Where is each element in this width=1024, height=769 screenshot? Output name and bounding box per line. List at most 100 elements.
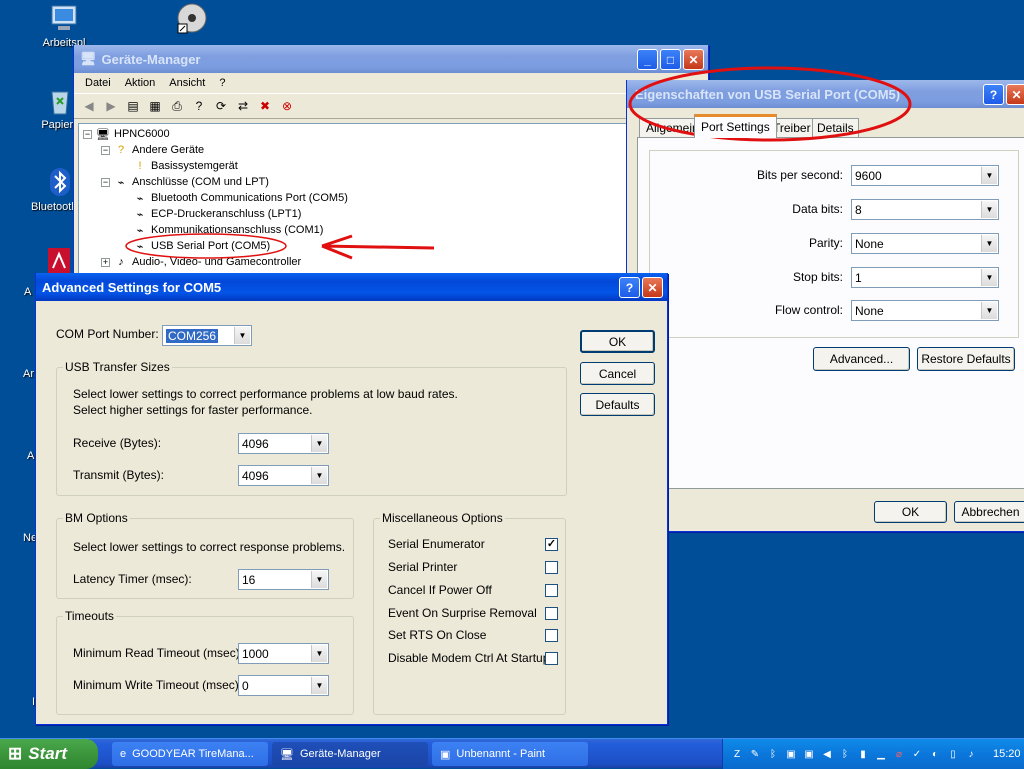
- tray-bluetooth-icon[interactable]: ᛒ: [839, 747, 851, 761]
- start-button[interactable]: ⊞ Start: [0, 739, 98, 769]
- chevron-down-icon[interactable]: ▼: [981, 269, 997, 286]
- tree-node-com1[interactable]: ⌁ Kommunikationsanschluss (COM1): [133, 223, 324, 237]
- print-icon[interactable]: ⎙: [168, 97, 186, 115]
- tray-safe-remove-icon[interactable]: ✓: [911, 747, 923, 761]
- advanced-settings-titlebar[interactable]: Advanced Settings for COM5 ? ✕: [36, 273, 667, 301]
- read-timeout-select[interactable]: 1000 ▼: [238, 643, 329, 664]
- chevron-down-icon[interactable]: ▼: [234, 327, 250, 344]
- task-paint[interactable]: ▣ Unbenannt - Paint: [432, 742, 588, 766]
- chevron-down-icon[interactable]: ▼: [311, 435, 327, 452]
- menu-aktion[interactable]: Aktion: [118, 77, 163, 89]
- tray-wifi-icon[interactable]: ▮: [857, 747, 869, 761]
- parity-select[interactable]: None ▼: [851, 233, 999, 254]
- tray-acrobat-icon[interactable]: ⌀: [893, 747, 905, 761]
- abbrechen-button[interactable]: Abbrechen: [954, 501, 1024, 523]
- tray-z-icon[interactable]: Z: [731, 747, 743, 761]
- tree-node-basissystemgeraet[interactable]: ! Basissystemgerät: [133, 159, 237, 173]
- expand-icon[interactable]: +: [101, 257, 110, 267]
- tray-pen-icon[interactable]: ✎: [749, 747, 761, 761]
- collapse-icon[interactable]: −: [83, 129, 92, 139]
- scan-hardware-icon[interactable]: ⟳: [212, 97, 230, 115]
- chevron-down-icon[interactable]: ▼: [311, 677, 327, 694]
- task-goodyear[interactable]: e GOODYEAR TireMana...: [112, 742, 268, 766]
- uninstall-icon[interactable]: ⊗: [278, 97, 296, 115]
- tray-network-icon[interactable]: ▣: [803, 747, 815, 761]
- flow-control-select[interactable]: None ▼: [851, 300, 999, 321]
- desktop-icon-arbeitsplatz[interactable]: Arbeitspl: [24, 2, 104, 49]
- serial-printer-checkbox[interactable]: [545, 561, 558, 574]
- chevron-down-icon[interactable]: ▼: [981, 235, 997, 252]
- tray-power-icon[interactable]: ▯: [947, 747, 959, 761]
- menubar: Datei Aktion Ansicht ?: [74, 73, 708, 93]
- restore-defaults-button[interactable]: Restore Defaults: [917, 347, 1015, 371]
- cancel-if-power-off-checkbox[interactable]: [545, 584, 558, 597]
- tray-signal-icon[interactable]: ▁: [875, 747, 887, 761]
- advanced-button[interactable]: Advanced...: [813, 347, 910, 371]
- tree-node-andere-geraete[interactable]: − ? Andere Geräte: [101, 143, 204, 157]
- defaults-button[interactable]: Defaults: [580, 393, 655, 416]
- receive-select[interactable]: 4096 ▼: [238, 433, 329, 454]
- help-button[interactable]: ?: [983, 84, 1004, 105]
- ok-button[interactable]: OK: [874, 501, 947, 523]
- disable-device-icon[interactable]: ✖: [256, 97, 274, 115]
- data-bits-select[interactable]: 8 ▼: [851, 199, 999, 220]
- collapse-icon[interactable]: −: [101, 177, 110, 187]
- back-icon[interactable]: ◀: [80, 97, 98, 115]
- tree-node-ecp-port[interactable]: ⌁ ECP-Druckeranschluss (LPT1): [133, 207, 302, 221]
- chevron-down-icon[interactable]: ▼: [981, 201, 997, 218]
- maximize-button[interactable]: □: [660, 49, 681, 70]
- desktop-icon-cd[interactable]: [152, 2, 232, 37]
- tab-port-settings[interactable]: Port Settings: [694, 114, 777, 138]
- tab-details[interactable]: Details: [812, 118, 859, 138]
- close-button[interactable]: ✕: [683, 49, 704, 70]
- device-manager-window: 🖥 Geräte-Manager _ □ ✕ Datei Aktion Ansi…: [73, 45, 709, 333]
- collapse-icon[interactable]: −: [101, 145, 110, 155]
- cancel-button[interactable]: Cancel: [580, 362, 655, 385]
- event-on-surprise-removal-checkbox[interactable]: [545, 607, 558, 620]
- chevron-down-icon[interactable]: ▼: [981, 302, 997, 319]
- menu-ansicht[interactable]: Ansicht: [162, 77, 212, 89]
- chevron-down-icon[interactable]: ▼: [311, 571, 327, 588]
- tree-node-audio[interactable]: + ♪ Audio-, Video- und Gamecontroller: [101, 255, 301, 269]
- ok-button[interactable]: OK: [580, 330, 655, 353]
- disable-modem-ctrl-checkbox[interactable]: [545, 652, 558, 665]
- minimize-button[interactable]: _: [637, 49, 658, 70]
- receive-label: Receive (Bytes):: [73, 436, 162, 450]
- task-geraete-manager[interactable]: 🖥 Geräte-Manager: [272, 742, 428, 766]
- menu-help[interactable]: ?: [212, 77, 232, 89]
- transmit-select[interactable]: 4096 ▼: [238, 465, 329, 486]
- write-timeout-select[interactable]: 0 ▼: [238, 675, 329, 696]
- device-manager-titlebar[interactable]: 🖥 Geräte-Manager _ □ ✕: [74, 45, 708, 73]
- set-rts-on-close-checkbox[interactable]: [545, 629, 558, 642]
- serial-enumerator-checkbox[interactable]: ✓: [545, 538, 558, 551]
- tray-speaker-icon[interactable]: ♪: [965, 747, 977, 761]
- menu-datei[interactable]: Datei: [78, 77, 118, 89]
- tree-node-bluetooth-port[interactable]: ⌁ Bluetooth Communications Port (COM5): [133, 191, 348, 205]
- latency-select[interactable]: 16 ▼: [238, 569, 329, 590]
- forward-icon[interactable]: ▶: [102, 97, 120, 115]
- help-icon[interactable]: ?: [190, 97, 208, 115]
- tray-bluetooth-icon[interactable]: ᛒ: [767, 747, 779, 761]
- tray-volume-icon[interactable]: ◀: [821, 747, 833, 761]
- chevron-down-icon[interactable]: ▼: [311, 645, 327, 662]
- close-button[interactable]: ✕: [642, 277, 663, 298]
- stop-bits-select[interactable]: 1 ▼: [851, 267, 999, 288]
- com-port-select[interactable]: COM256 ▼: [162, 325, 252, 346]
- cd-drive-icon: [176, 2, 208, 34]
- recycle-bin-icon: [44, 84, 76, 116]
- tree-node-usb-serial-port[interactable]: ⌁ USB Serial Port (COM5): [133, 239, 271, 253]
- bits-per-second-select[interactable]: 9600 ▼: [851, 165, 999, 186]
- clock[interactable]: 15:20: [993, 748, 1021, 760]
- tray-shield-icon[interactable]: ◐: [929, 747, 941, 761]
- tray-network-icon[interactable]: ▣: [785, 747, 797, 761]
- chevron-down-icon[interactable]: ▼: [981, 167, 997, 184]
- tree-node-root[interactable]: − 🖥 HPNC6000: [83, 127, 170, 141]
- help-button[interactable]: ?: [619, 277, 640, 298]
- update-driver-icon[interactable]: ⇄: [234, 97, 252, 115]
- close-button[interactable]: ✕: [1006, 84, 1024, 105]
- properties-icon[interactable]: ▦: [146, 97, 164, 115]
- properties-titlebar[interactable]: Eigenschaften von USB Serial Port (COM5)…: [627, 80, 1024, 108]
- view-icon[interactable]: ▤: [124, 97, 142, 115]
- tree-node-anschluesse[interactable]: − ⌁ Anschlüsse (COM und LPT): [101, 175, 269, 189]
- chevron-down-icon[interactable]: ▼: [311, 467, 327, 484]
